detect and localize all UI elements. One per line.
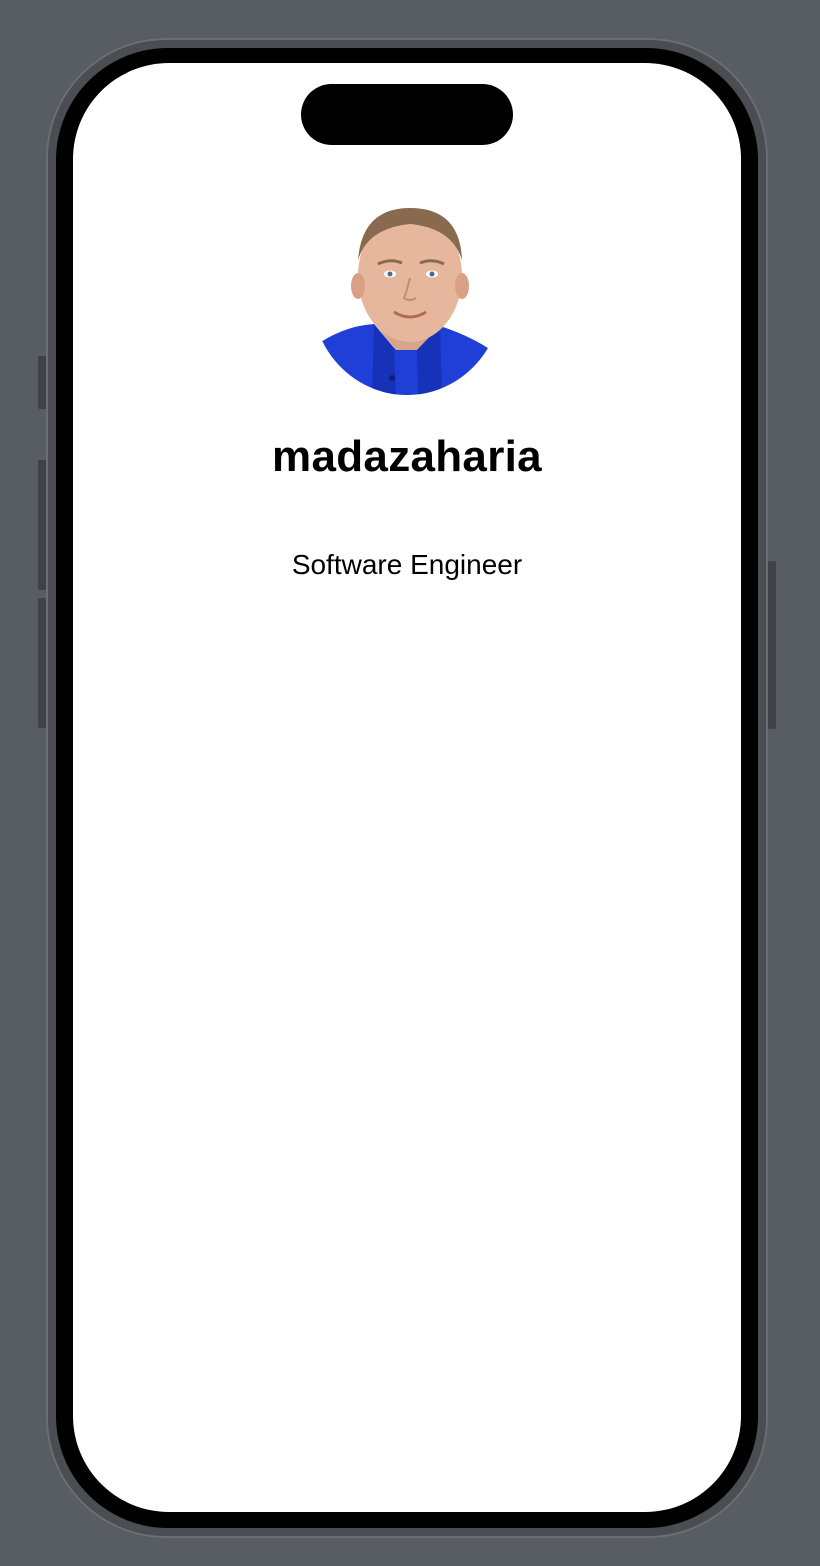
dynamic-island <box>301 84 513 145</box>
job-title: Software Engineer <box>291 549 523 580</box>
profile-photo-icon <box>312 198 502 395</box>
username: madazaharia <box>272 432 542 481</box>
phone-screen: madazaharia Software Engineer <box>73 63 741 1512</box>
avatar <box>312 198 502 395</box>
power-button[interactable] <box>767 561 776 729</box>
